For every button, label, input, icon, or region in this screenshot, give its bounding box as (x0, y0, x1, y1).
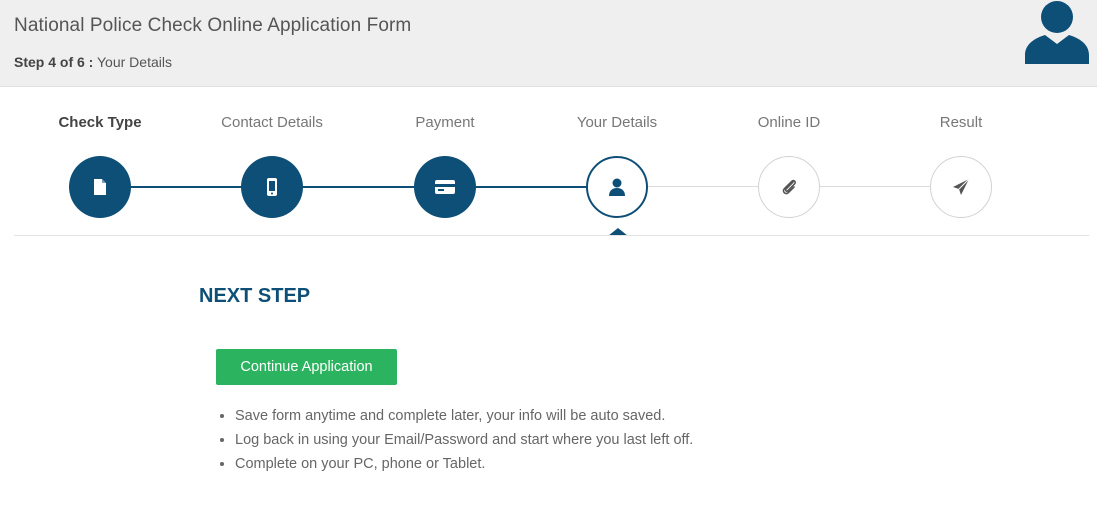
list-item: Complete on your PC, phone or Tablet. (235, 452, 693, 476)
person-icon (609, 178, 625, 196)
credit-card-icon (435, 180, 455, 194)
step-connector (302, 186, 416, 188)
step-connector (647, 186, 759, 187)
document-icon (94, 179, 106, 195)
progress-steps: Check Type Contact Details Payment Your … (0, 86, 1097, 236)
step-circle-check-type[interactable] (69, 156, 131, 218)
user-avatar-icon[interactable] (1025, 0, 1089, 64)
paper-plane-icon (953, 178, 970, 195)
next-step-heading: NEXT STEP (199, 285, 311, 307)
step-circle-payment[interactable] (414, 156, 476, 218)
step-name: Your Details (97, 54, 172, 70)
step-label-check-type[interactable]: Check Type (20, 114, 180, 131)
step-label-payment[interactable]: Payment (365, 114, 525, 131)
list-item: Save form anytime and complete later, yo… (235, 404, 693, 428)
phone-icon (267, 178, 277, 196)
step-indicator: Step 4 of 6 : Your Details (14, 54, 172, 70)
step-circle-your-details[interactable] (586, 156, 648, 218)
step-label-your-details[interactable]: Your Details (537, 114, 697, 131)
step-circle-online-id (758, 156, 820, 218)
step-connector (130, 186, 244, 188)
step-label-online-id: Online ID (757, 114, 821, 131)
info-list: Save form anytime and complete later, yo… (216, 404, 693, 476)
step-label-result: Result (939, 114, 983, 131)
step-circle-contact-details[interactable] (241, 156, 303, 218)
page-title: National Police Check Online Application… (14, 15, 412, 36)
list-item: Log back in using your Email/Password an… (235, 428, 693, 452)
paperclip-icon (782, 179, 796, 195)
divider (14, 235, 1089, 236)
step-circle-result (930, 156, 992, 218)
step-connector (475, 186, 587, 188)
step-counter: Step 4 of 6 : (14, 54, 94, 70)
page-header: National Police Check Online Application… (0, 0, 1097, 87)
step-label-contact-details[interactable]: Contact Details (192, 114, 352, 131)
continue-application-button[interactable]: Continue Application (216, 349, 397, 385)
step-connector (819, 186, 931, 187)
